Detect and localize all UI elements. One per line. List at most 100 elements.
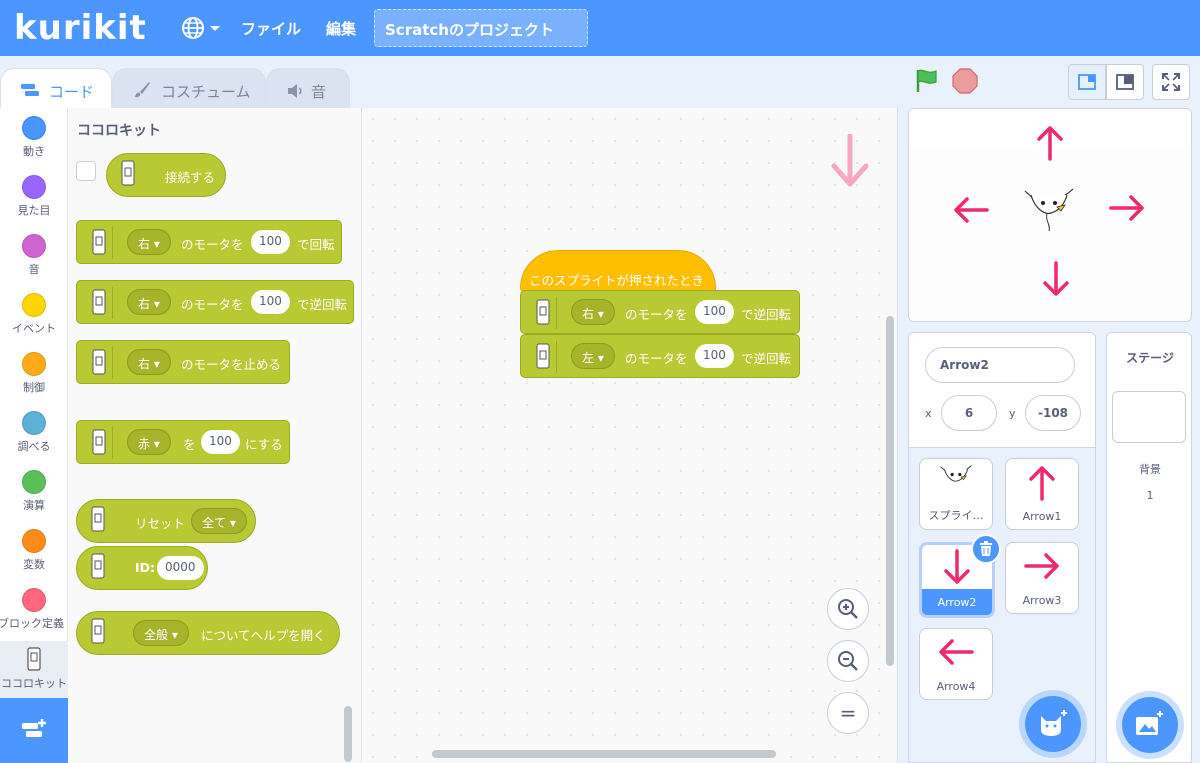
small-stage-button[interactable]	[1068, 64, 1106, 100]
arrow-left-sprite-icon	[954, 197, 989, 223]
motor-side-dropdown[interactable]: 右 ▾	[571, 299, 615, 325]
language-menu[interactable]	[181, 16, 223, 40]
led-value-input[interactable]: 100	[201, 430, 240, 454]
category-control[interactable]: 制御	[0, 352, 68, 395]
category-kokorokit[interactable]: ココロキット	[0, 641, 68, 698]
speed-input[interactable]: 100	[251, 230, 290, 254]
arrow-down-sprite-icon	[1043, 261, 1069, 296]
small-stage-icon	[1078, 74, 1096, 90]
workspace-horizontal-scrollbar[interactable]	[432, 750, 776, 758]
script-motor-reverse-left-block[interactable]: 左 ▾ のモータを 100 で逆回転	[520, 334, 800, 378]
help-topic-dropdown[interactable]: 全般 ▾	[133, 620, 189, 646]
motor-side-dropdown[interactable]: 左 ▾	[571, 343, 615, 369]
file-menu[interactable]: ファイル	[241, 18, 301, 39]
block-text: ID:	[135, 560, 156, 575]
motor-forward-block[interactable]: 右 ▾ のモータを 100 で回転	[76, 220, 342, 264]
block-text: のモータを	[181, 237, 244, 252]
palette-scrollbar[interactable]	[344, 706, 352, 762]
large-stage-button[interactable]	[1106, 64, 1144, 100]
category-my-blocks[interactable]: ブロック定義	[0, 588, 68, 631]
green-flag-icon[interactable]	[914, 68, 940, 94]
sprite-info-panel: Arrow2 x 6 y -108	[908, 332, 1096, 448]
block-text: のモータを止める	[181, 357, 282, 372]
speed-input[interactable]: 100	[251, 290, 290, 314]
add-extension-button[interactable]	[0, 698, 68, 763]
category-looks[interactable]: 見た目	[0, 175, 68, 218]
category-operators[interactable]: 演算	[0, 470, 68, 513]
category-motion[interactable]: 動き	[0, 116, 68, 159]
sprite-tile[interactable]: Arrow1	[1005, 458, 1079, 530]
sprite-name-input[interactable]: Arrow2	[925, 347, 1075, 383]
tab-costumes[interactable]: コスチューム	[112, 68, 266, 110]
reset-target-dropdown[interactable]: 全て ▾	[191, 508, 247, 534]
add-extension-icon	[22, 719, 46, 737]
dropdown-value: 右	[582, 307, 595, 321]
kokorokit-board-icon	[529, 297, 557, 329]
sprite-list: スプライ… Arrow1 Arrow2 Arrow3 Arrow4	[908, 447, 1096, 763]
project-title-input[interactable]: Scratchのプロジェクト	[374, 9, 588, 47]
motor-side-dropdown[interactable]: 右 ▾	[127, 349, 171, 375]
fullscreen-icon	[1162, 73, 1180, 91]
add-sprite-button[interactable]	[1025, 696, 1081, 752]
motor-reverse-block[interactable]: 右 ▾ のモータを 100 で逆回転	[76, 280, 354, 324]
code-workspace[interactable]: このスプライトが押されたとき 右 ▾ のモータを 100 で逆回転 左 ▾ のモ…	[362, 108, 898, 763]
x-position-input[interactable]: 6	[941, 395, 997, 431]
y-position-input[interactable]: -108	[1025, 395, 1081, 431]
events-dot-icon	[22, 293, 46, 317]
code-icon	[21, 84, 39, 96]
stage-canvas[interactable]	[908, 108, 1192, 322]
connect-checkbox[interactable]	[76, 161, 96, 181]
stop-icon[interactable]	[952, 68, 978, 94]
sprite-tile[interactable]: Arrow3	[1005, 542, 1079, 614]
arrow-down-icon	[831, 134, 869, 187]
kokorokit-board-icon	[85, 347, 113, 379]
workspace-vertical-scrollbar[interactable]	[886, 316, 894, 666]
add-backdrop-button[interactable]	[1122, 697, 1178, 753]
bird-sprite-icon	[940, 465, 972, 482]
reset-block[interactable]: リセット 全て ▾	[76, 499, 256, 543]
kokorokit-board-icon	[91, 618, 119, 650]
category-sensing[interactable]: 調べる	[0, 411, 68, 454]
id-block[interactable]: ID: 0000	[76, 546, 208, 590]
block-text: で逆回転	[741, 307, 792, 322]
motor-stop-block[interactable]: 右 ▾ のモータを止める	[76, 340, 290, 384]
when-sprite-clicked-hat-block[interactable]: このスプライトが押されたとき	[520, 250, 716, 292]
backdrop-thumbnail[interactable]	[1112, 391, 1186, 443]
fullscreen-button[interactable]	[1152, 64, 1190, 100]
speed-input[interactable]: 100	[695, 344, 734, 368]
block-text: を	[183, 437, 196, 452]
led-block[interactable]: 赤 ▾ を 100 にする	[76, 420, 290, 464]
sprite-tile[interactable]: スプライ…	[919, 458, 993, 530]
edit-menu[interactable]: 編集	[326, 18, 356, 39]
kokorokit-board-icon	[85, 427, 113, 459]
tab-sounds-label: 音	[311, 83, 327, 101]
stage-target-panel[interactable]: ステージ 背景 1	[1106, 332, 1192, 763]
trash-icon	[980, 541, 992, 556]
zoom-reset-button[interactable]: =	[827, 692, 869, 734]
brush-icon	[135, 82, 150, 98]
sprite-tile[interactable]: Arrow4	[919, 628, 993, 700]
dropdown-value: 全般	[144, 628, 169, 642]
help-block[interactable]: 全般 ▾ についてヘルプを開く	[76, 611, 340, 655]
category-label: ココロキット	[1, 677, 67, 690]
category-variables[interactable]: 変数	[0, 529, 68, 572]
speed-input[interactable]: 100	[695, 300, 734, 324]
id-input[interactable]: 0000	[157, 556, 204, 580]
arrow-up-icon	[1029, 466, 1055, 501]
category-label: ブロック定義	[0, 617, 64, 630]
app-logo[interactable]: kurikit	[14, 8, 147, 48]
motor-side-dropdown[interactable]: 右 ▾	[127, 289, 171, 315]
tab-sounds[interactable]: 音	[266, 68, 350, 110]
zoom-in-button[interactable]	[827, 588, 869, 630]
connect-block[interactable]: 接続する	[106, 153, 226, 197]
dropdown-value: 左	[582, 351, 595, 365]
sprite-name: Arrow4	[936, 680, 976, 693]
led-color-dropdown[interactable]: 赤 ▾	[127, 429, 171, 455]
script-motor-reverse-right-block[interactable]: 右 ▾ のモータを 100 で逆回転	[520, 290, 800, 334]
delete-sprite-button[interactable]	[971, 534, 1001, 564]
tab-code[interactable]: コード	[0, 68, 112, 112]
category-events[interactable]: イベント	[0, 293, 68, 336]
motor-side-dropdown[interactable]: 右 ▾	[127, 229, 171, 255]
zoom-out-button[interactable]	[827, 640, 869, 682]
category-sound[interactable]: 音	[0, 234, 68, 277]
